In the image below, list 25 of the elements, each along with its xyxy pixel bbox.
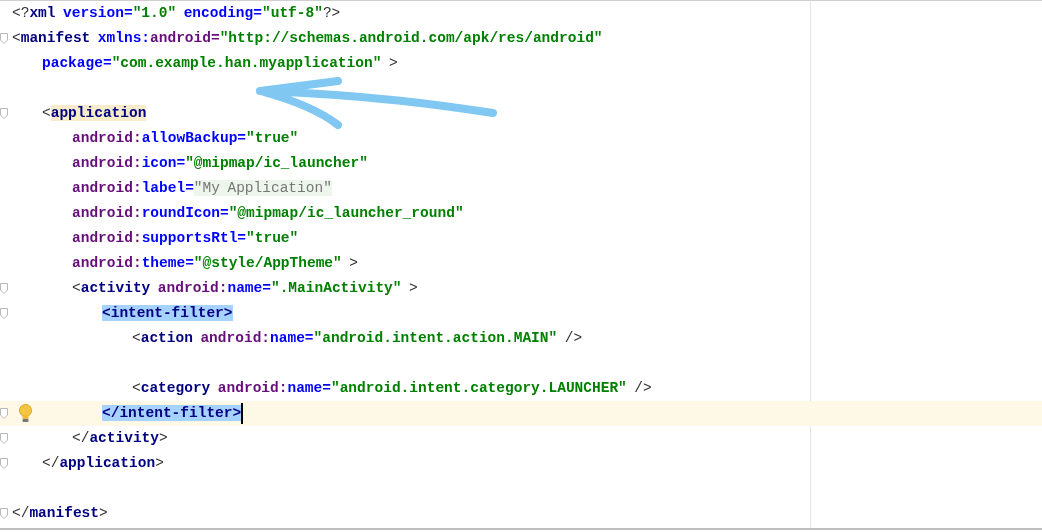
fold-marker-icon[interactable]: [0, 408, 8, 419]
code-line: </manifest>: [12, 504, 108, 523]
code-line: android:supportsRtl="true": [72, 229, 299, 248]
code-line: <application: [42, 104, 147, 123]
code-line: </application>: [42, 454, 164, 473]
fold-marker-icon[interactable]: [0, 33, 8, 44]
code-line: android:roundIcon="@mipmap/ic_launcher_round": [72, 204, 464, 223]
code-line: android:icon="@mipmap/ic_launcher": [72, 154, 368, 173]
fold-marker-icon[interactable]: [0, 108, 8, 119]
fold-marker-icon[interactable]: [0, 433, 8, 444]
code-line: <category android:name="android.intent.category.LAUNCHER" />: [132, 379, 652, 398]
code-line: <action android:name="android.intent.action.MAIN" />: [132, 329, 583, 348]
code-line: <activity android:name=".MainActivity" >: [72, 279, 418, 298]
code-line: android:theme="@style/AppTheme" >: [72, 254, 358, 273]
lightbulb-icon[interactable]: [18, 404, 33, 423]
code-line: package="com.example.han.myapplication" >: [42, 54, 398, 73]
code-line: <manifest xmlns:android="http://schemas.android.com/apk/res/android": [12, 29, 603, 48]
fold-marker-icon[interactable]: [0, 508, 8, 519]
code-line: android:label="My Application": [72, 179, 332, 198]
fold-marker-icon[interactable]: [0, 308, 8, 319]
fold-marker-icon[interactable]: [0, 458, 8, 469]
code-line: android:allowBackup="true": [72, 129, 299, 148]
code-line: </activity>: [72, 429, 168, 448]
code-line: <?xml version="1.0" encoding="utf-8"?>: [12, 4, 341, 23]
fold-marker-icon[interactable]: [0, 283, 8, 294]
